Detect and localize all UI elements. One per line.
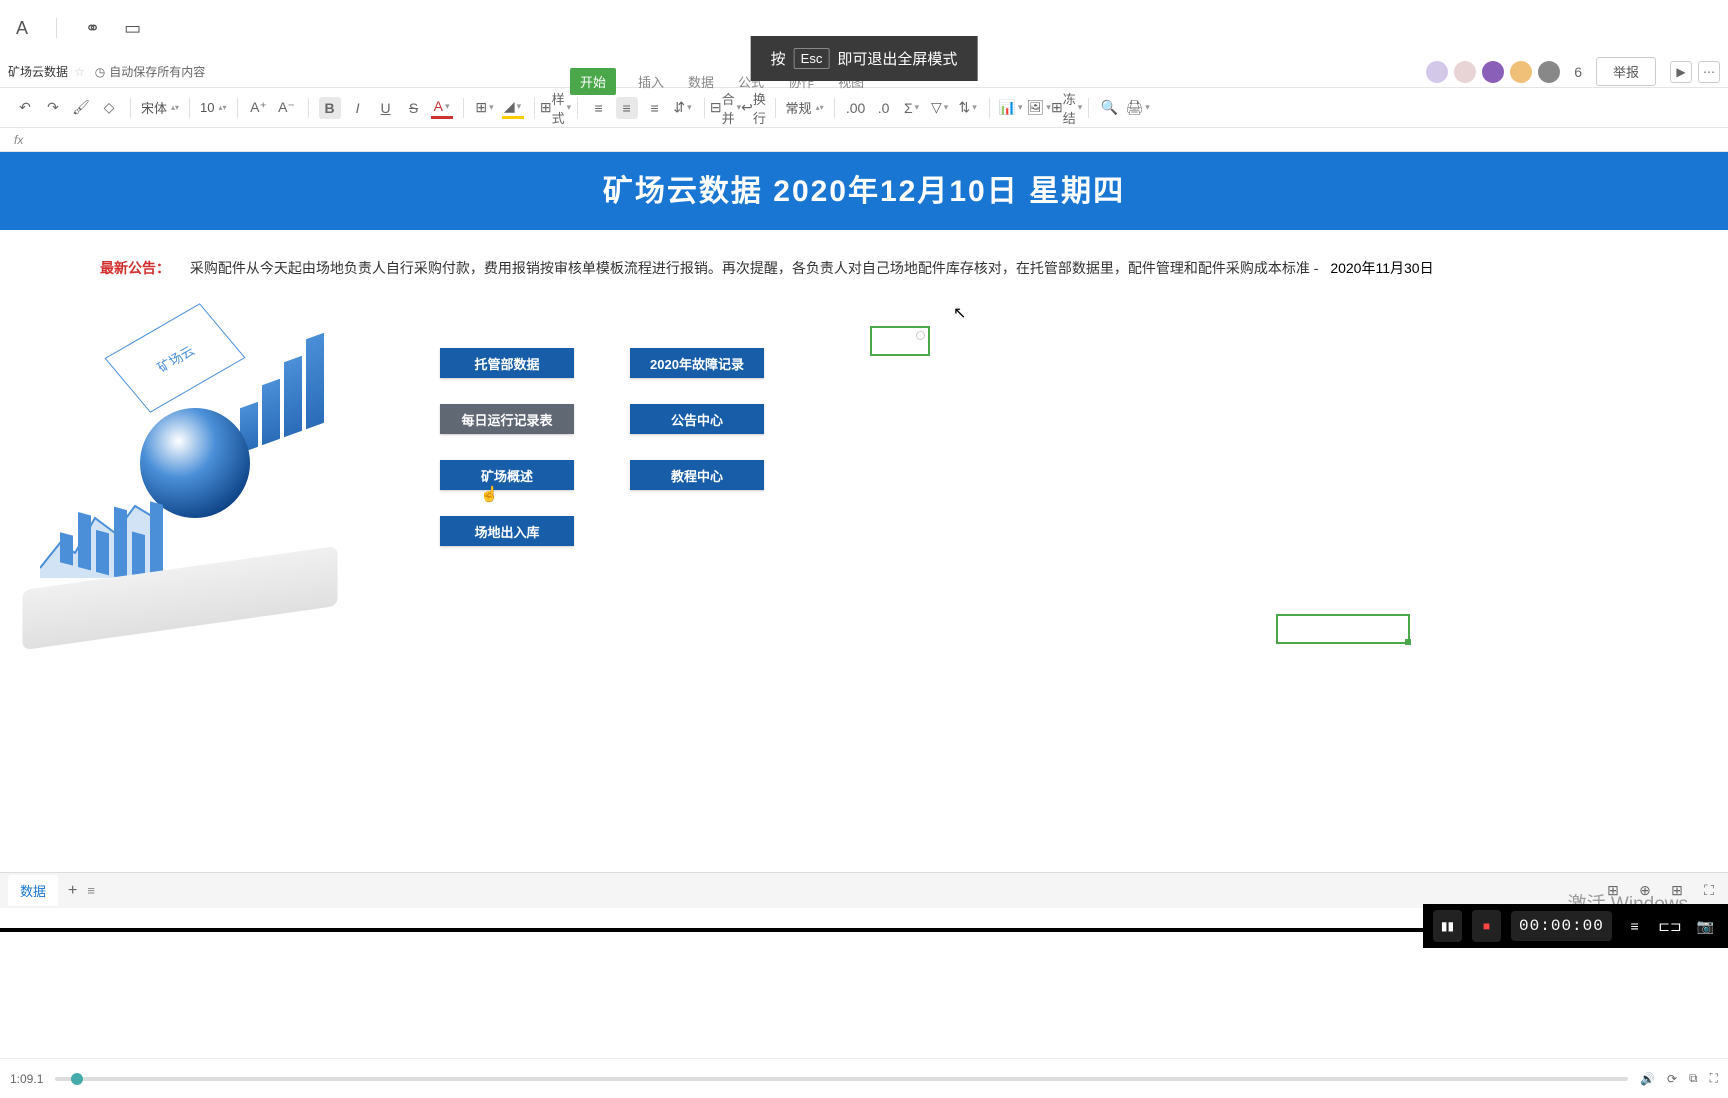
- recorder-minimize-icon[interactable]: ⊏⊐: [1657, 912, 1682, 940]
- recorder-camera-icon[interactable]: 📷: [1693, 912, 1718, 940]
- format-painter-icon[interactable]: 🖌: [70, 97, 92, 119]
- chart-icon[interactable]: 📊: [1000, 97, 1022, 119]
- selected-cell[interactable]: [1276, 614, 1410, 644]
- recorder-pause-button[interactable]: ▮▮: [1433, 910, 1462, 942]
- decimal-dec-icon[interactable]: .00: [845, 97, 867, 119]
- loop-icon[interactable]: ⟳: [1667, 1072, 1677, 1086]
- align-left-icon[interactable]: ≡: [588, 97, 610, 119]
- screen-recorder-bar: ▮▮ ■ 00:00:00 ≡ ⊏⊐ 📷: [1423, 904, 1728, 948]
- fill-color-icon[interactable]: ◢: [502, 97, 524, 119]
- video-time: 1:09.1: [10, 1072, 43, 1086]
- recorder-settings-icon[interactable]: ≡: [1622, 912, 1647, 940]
- nav-btn-mine-overview[interactable]: 矿场概述: [440, 460, 574, 490]
- cell-style-icon[interactable]: ⊞ 样式: [545, 97, 567, 119]
- align-right-icon[interactable]: ≡: [644, 97, 666, 119]
- strike-icon[interactable]: S: [403, 97, 425, 119]
- sheet-menu-icon[interactable]: ≡: [87, 883, 95, 898]
- print-icon[interactable]: 🖨: [1127, 97, 1149, 119]
- avatar[interactable]: [1510, 61, 1532, 83]
- bold-icon[interactable]: B: [319, 97, 341, 119]
- esc-toast-suffix: 即可退出全屏模式: [837, 48, 957, 69]
- font-size-select[interactable]: 10▴▾: [200, 100, 227, 115]
- volume-icon[interactable]: 🔊: [1640, 1072, 1655, 1086]
- sheet-tab[interactable]: 数据: [8, 875, 58, 906]
- menu-tab-insert[interactable]: 插入: [636, 68, 666, 95]
- align-center-icon[interactable]: ≡: [616, 97, 638, 119]
- wrap-icon[interactable]: ↩ 换行: [743, 97, 765, 119]
- sheet-viewport[interactable]: 矿场云数据 2020年12月10日 星期四 最新公告： 采购配件从今天起由场地负…: [0, 152, 1728, 866]
- fullscreen-icon[interactable]: ⛶: [1710, 1071, 1718, 1086]
- nav-btn-tutorials[interactable]: 教程中心: [630, 460, 764, 490]
- more-icon[interactable]: ⋯: [1698, 61, 1720, 83]
- avatar[interactable]: [1538, 61, 1560, 83]
- sort-icon[interactable]: ⇅: [957, 97, 979, 119]
- history-icon[interactable]: ◷: [95, 65, 105, 79]
- letter-a-icon[interactable]: A: [16, 18, 28, 39]
- highlighted-cell[interactable]: [870, 326, 930, 356]
- nav-btn-hosting-data[interactable]: 托管部数据: [440, 348, 574, 378]
- cursor-arrow-icon: ↖: [953, 303, 966, 323]
- filter-icon[interactable]: ▽: [929, 97, 951, 119]
- esc-toast-prefix: 按: [771, 48, 786, 69]
- nav-btn-site-inventory[interactable]: 场地出入库: [440, 516, 574, 546]
- title-banner: 矿场云数据 2020年12月10日 星期四: [0, 152, 1728, 230]
- expand-icon[interactable]: ⛶: [1698, 880, 1720, 902]
- dashboard-illustration: 矿场云: [20, 318, 360, 638]
- notice-date: 2020年11月30日: [1330, 260, 1433, 276]
- avatar[interactable]: [1426, 61, 1448, 83]
- valign-icon[interactable]: ⇵: [672, 97, 694, 119]
- layout-icon[interactable]: ▭: [124, 18, 141, 39]
- formula-bar[interactable]: fx: [0, 128, 1728, 152]
- redo-icon[interactable]: ↷: [42, 97, 64, 119]
- font-color-icon[interactable]: A: [431, 97, 453, 119]
- autosave-label: 自动保存所有内容: [109, 63, 205, 80]
- image-icon[interactable]: 🖼: [1028, 97, 1050, 119]
- italic-icon[interactable]: I: [347, 97, 369, 119]
- menu-tab-start[interactable]: 开始: [570, 68, 616, 95]
- recorder-time: 00:00:00: [1511, 911, 1612, 941]
- sum-icon[interactable]: Σ: [901, 97, 923, 119]
- clear-format-icon[interactable]: ◇: [98, 97, 120, 119]
- cursor-hand-icon: ☝: [480, 485, 499, 503]
- nav-btn-announcements[interactable]: 公告中心: [630, 404, 764, 434]
- avatar-count: 6: [1574, 64, 1582, 80]
- fx-label: fx: [14, 133, 23, 147]
- decrease-font-icon[interactable]: A⁻: [276, 97, 298, 119]
- borders-icon[interactable]: ⊞: [474, 97, 496, 119]
- fullscreen-esc-toast: 按 Esc 即可退出全屏模式: [751, 36, 978, 81]
- add-sheet-button[interactable]: +: [58, 882, 87, 900]
- number-format-select[interactable]: 常规▴▾: [786, 98, 824, 117]
- decimal-inc-icon[interactable]: .0: [873, 97, 895, 119]
- collaborator-avatars[interactable]: [1426, 61, 1560, 83]
- underline-icon[interactable]: U: [375, 97, 397, 119]
- progress-thumb[interactable]: [71, 1073, 83, 1085]
- notice-text: 采购配件从今天起由场地负责人自行采购付款，费用报销按审核单模板流程进行报销。再次…: [190, 260, 1319, 276]
- merge-icon[interactable]: ⊟ 合并: [715, 97, 737, 119]
- freeze-icon[interactable]: ⊞ 冻结: [1056, 97, 1078, 119]
- menu-tab-data[interactable]: 数据: [686, 68, 716, 95]
- separator: [56, 18, 57, 38]
- pip-icon[interactable]: ⧉: [1689, 1071, 1698, 1086]
- increase-font-icon[interactable]: A⁺: [248, 97, 270, 119]
- iso-card-label: 矿场云: [105, 303, 246, 412]
- report-button[interactable]: 举报: [1596, 57, 1656, 86]
- doc-name[interactable]: 矿场云数据: [8, 63, 68, 80]
- notice-label: 最新公告：: [100, 260, 170, 276]
- present-icon[interactable]: ▶: [1670, 61, 1692, 83]
- nav-btn-fault-log[interactable]: 2020年故障记录: [630, 348, 764, 378]
- font-select[interactable]: 宋体▴▾: [141, 98, 179, 117]
- esc-key-label: Esc: [794, 48, 830, 69]
- star-icon[interactable]: ☆: [74, 65, 85, 79]
- sheet-tab-bar: 数据 + ≡ ⊞ ⊕ ⊞ ⛶: [0, 872, 1728, 908]
- dashboard-content: 矿场云 托管部数据 每日运行记录表 矿场概述 场地出入库: [0, 288, 1728, 638]
- notice-row: 最新公告： 采购配件从今天起由场地负责人自行采购付款，费用报销按审核单模板流程进…: [0, 230, 1728, 288]
- nav-btn-daily-log[interactable]: 每日运行记录表: [440, 404, 574, 434]
- undo-icon[interactable]: ↶: [14, 97, 36, 119]
- avatar[interactable]: [1482, 61, 1504, 83]
- link-icon[interactable]: ⚭: [85, 18, 100, 39]
- search-icon[interactable]: 🔍: [1099, 97, 1121, 119]
- avatar[interactable]: [1454, 61, 1476, 83]
- video-controls: 1:09.1 🔊 ⟳ ⧉ ⛶: [0, 1058, 1728, 1098]
- recorder-stop-button[interactable]: ■: [1472, 910, 1501, 942]
